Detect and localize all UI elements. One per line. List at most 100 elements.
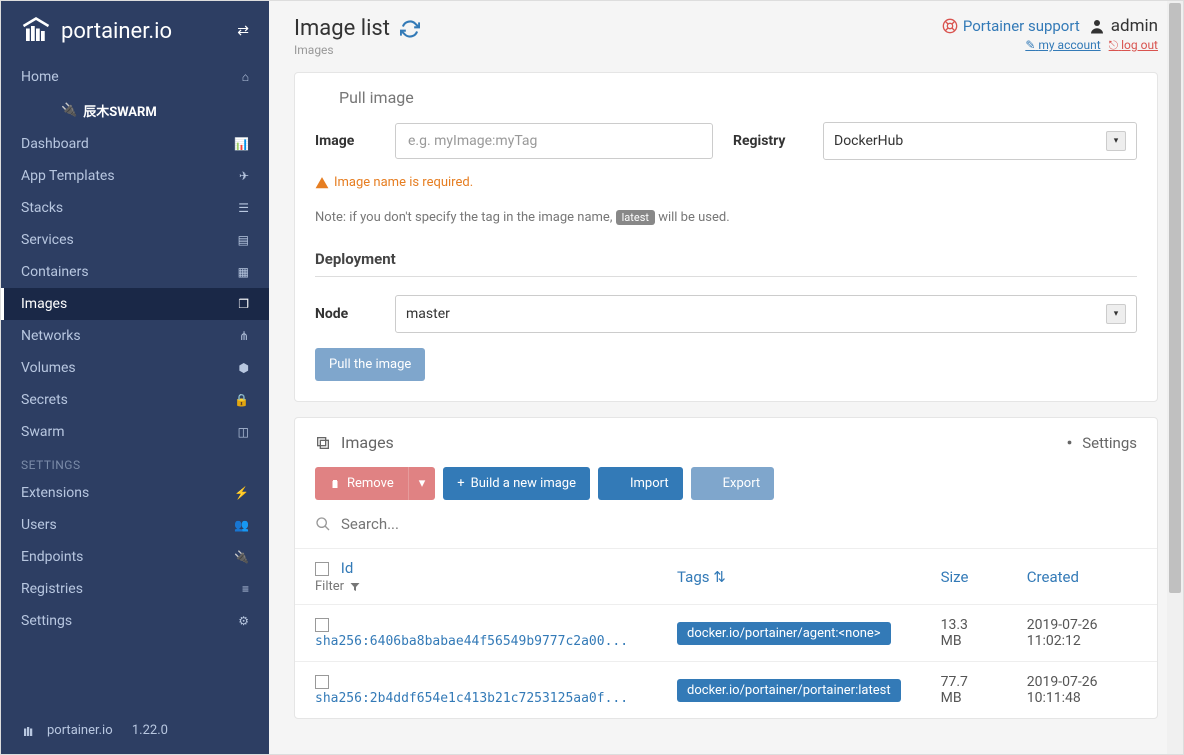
database-icon: ≡ [242, 582, 249, 596]
sidebar-item-secrets[interactable]: Secrets🔒 [1, 384, 269, 416]
endpoint-label[interactable]: 🔌辰木SWARM [1, 93, 269, 128]
registry-label: Registry [733, 133, 803, 149]
sidebar-item-settings[interactable]: Settings⚙ [1, 605, 269, 637]
table-row: sha256:6406ba8babae44f56549b9777c2a00...… [295, 605, 1157, 662]
plug-icon: 🔌 [61, 103, 77, 118]
sidebar-item-networks[interactable]: Networks⋔ [1, 320, 269, 352]
gear-icon [1062, 435, 1077, 450]
main-content: Image list Images Portainer support admi… [269, 1, 1183, 754]
registry-select[interactable]: DockerHub ▾ [823, 122, 1137, 160]
build-image-button[interactable]: +Build a new image [443, 467, 590, 500]
sidebar-item-app-templates[interactable]: App Templates✈ [1, 160, 269, 192]
images-table: Id Filter Tags ⇅ Size Created sha256:640… [295, 548, 1157, 718]
image-id-link[interactable]: sha256:6406ba8babae44f56549b9777c2a00... [315, 634, 628, 649]
validation-warning: Image name is required. [315, 175, 1137, 190]
image-tag: docker.io/portainer/portainer:latest [677, 679, 901, 702]
sidebar-item-home[interactable]: Home⌂ [1, 61, 269, 93]
my-account-link[interactable]: ✎ my account [1025, 38, 1100, 53]
refresh-icon[interactable] [400, 19, 420, 39]
remove-dropdown-button[interactable]: ▾ [408, 467, 436, 500]
export-button[interactable]: Export [691, 467, 775, 500]
pull-image-button[interactable]: Pull the image [315, 348, 425, 381]
download-icon [315, 90, 331, 106]
row-checkbox[interactable] [315, 675, 329, 689]
import-button[interactable]: Import [598, 467, 683, 500]
sidebar-item-volumes[interactable]: Volumes⬢ [1, 352, 269, 384]
filter-toggle[interactable]: Filter [315, 579, 637, 594]
home-icon: ⌂ [242, 70, 249, 84]
sort-icon[interactable]: ⇅ [713, 568, 726, 586]
hdd-icon: ⬢ [239, 361, 249, 375]
image-tag: docker.io/portainer/agent:<none> [677, 622, 891, 645]
image-size: 13.3 MB [921, 605, 1007, 662]
sidebar-item-services[interactable]: Services▤ [1, 224, 269, 256]
page-header: Image list Images Portainer support admi… [294, 16, 1158, 57]
image-created: 2019-07-26 10:11:48 [1007, 662, 1157, 719]
plug-icon: 🔌 [234, 550, 249, 564]
nav: Home⌂ 🔌辰木SWARM Dashboard📊 App Templates✈… [1, 61, 269, 706]
row-checkbox[interactable] [315, 618, 329, 632]
scrollthumb[interactable] [1169, 3, 1181, 593]
image-input[interactable] [395, 123, 713, 159]
image-id-link[interactable]: sha256:2b4ddf654e1c413b21c7253125aa0f... [315, 691, 628, 706]
images-panel: Images Settings Remove ▾ +Build a new im… [294, 417, 1158, 719]
sitemap-icon: ⋔ [239, 329, 249, 343]
users-icon: 👥 [234, 518, 249, 532]
user-label: admin [1088, 16, 1158, 36]
tachometer-icon: 📊 [234, 137, 249, 151]
search-icon [315, 516, 331, 532]
life-ring-icon [942, 18, 958, 34]
sidebar-item-images[interactable]: Images❐ [1, 288, 269, 320]
settings-header: SETTINGS [1, 448, 269, 477]
portainer-logo-icon [21, 16, 51, 46]
sidebar-item-endpoints[interactable]: Endpoints🔌 [1, 541, 269, 573]
images-header: Images Settings [295, 418, 1157, 467]
col-size[interactable]: Size [941, 568, 969, 586]
object-group-icon: ◫ [238, 425, 249, 439]
breadcrumb: Images [294, 43, 420, 57]
col-tags[interactable]: Tags [677, 568, 709, 586]
panel-settings-button[interactable]: Settings [1062, 434, 1137, 452]
col-id[interactable]: Id [341, 559, 354, 577]
support-link[interactable]: Portainer support [942, 17, 1080, 35]
image-label: Image [315, 133, 375, 149]
sidebar-item-users[interactable]: Users👥 [1, 509, 269, 541]
node-label: Node [315, 306, 375, 322]
portainer-logo-icon [21, 721, 39, 739]
upload-icon [612, 478, 624, 490]
node-select[interactable]: master ▾ [395, 295, 1137, 333]
search-input[interactable] [341, 515, 1137, 533]
image-created: 2019-07-26 11:02:12 [1007, 605, 1157, 662]
scrollbar[interactable] [1167, 1, 1183, 754]
chevron-down-icon: ▾ [1106, 304, 1126, 324]
image-size: 77.7 MB [921, 662, 1007, 719]
sidebar-item-stacks[interactable]: Stacks☰ [1, 192, 269, 224]
select-all-checkbox[interactable] [315, 562, 329, 576]
sidebar-item-dashboard[interactable]: Dashboard📊 [1, 128, 269, 160]
cubes-icon: ▦ [238, 265, 249, 279]
sidebar-item-extensions[interactable]: Extensions⚡ [1, 477, 269, 509]
clone-icon [315, 435, 331, 451]
table-row: sha256:2b4ddf654e1c413b21c7253125aa0f...… [295, 662, 1157, 719]
sidebar-item-containers[interactable]: Containers▦ [1, 256, 269, 288]
page-title: Image list [294, 16, 420, 41]
logo[interactable]: portainer.io ⇄ [1, 1, 269, 61]
sidebar-item-swarm[interactable]: Swarm◫ [1, 416, 269, 448]
lock-icon: 🔒 [234, 393, 249, 407]
cogs-icon: ⚙ [238, 614, 249, 628]
sidebar-toggle-icon[interactable]: ⇄ [237, 23, 249, 39]
chevron-down-icon: ▾ [1106, 131, 1126, 151]
sidebar: portainer.io ⇄ Home⌂ 🔌辰木SWARM Dashboard📊… [1, 1, 269, 754]
download-icon [705, 478, 717, 490]
brand-text: portainer.io [61, 19, 172, 44]
logout-link[interactable]: ⎋ log out [1109, 38, 1158, 53]
pull-image-panel: Pull image Image Registry DockerHub ▾ Im… [294, 72, 1158, 402]
remove-button[interactable]: Remove [315, 467, 408, 500]
col-created[interactable]: Created [1027, 568, 1079, 586]
tag-note: Note: if you don't specify the tag in th… [315, 210, 1137, 225]
version-text: 1.22.0 [132, 723, 168, 738]
bolt-icon: ⚡ [234, 486, 249, 500]
deployment-section-title: Deployment [315, 250, 1137, 277]
sidebar-item-registries[interactable]: Registries≡ [1, 573, 269, 605]
pull-image-header: Pull image [295, 73, 1157, 122]
